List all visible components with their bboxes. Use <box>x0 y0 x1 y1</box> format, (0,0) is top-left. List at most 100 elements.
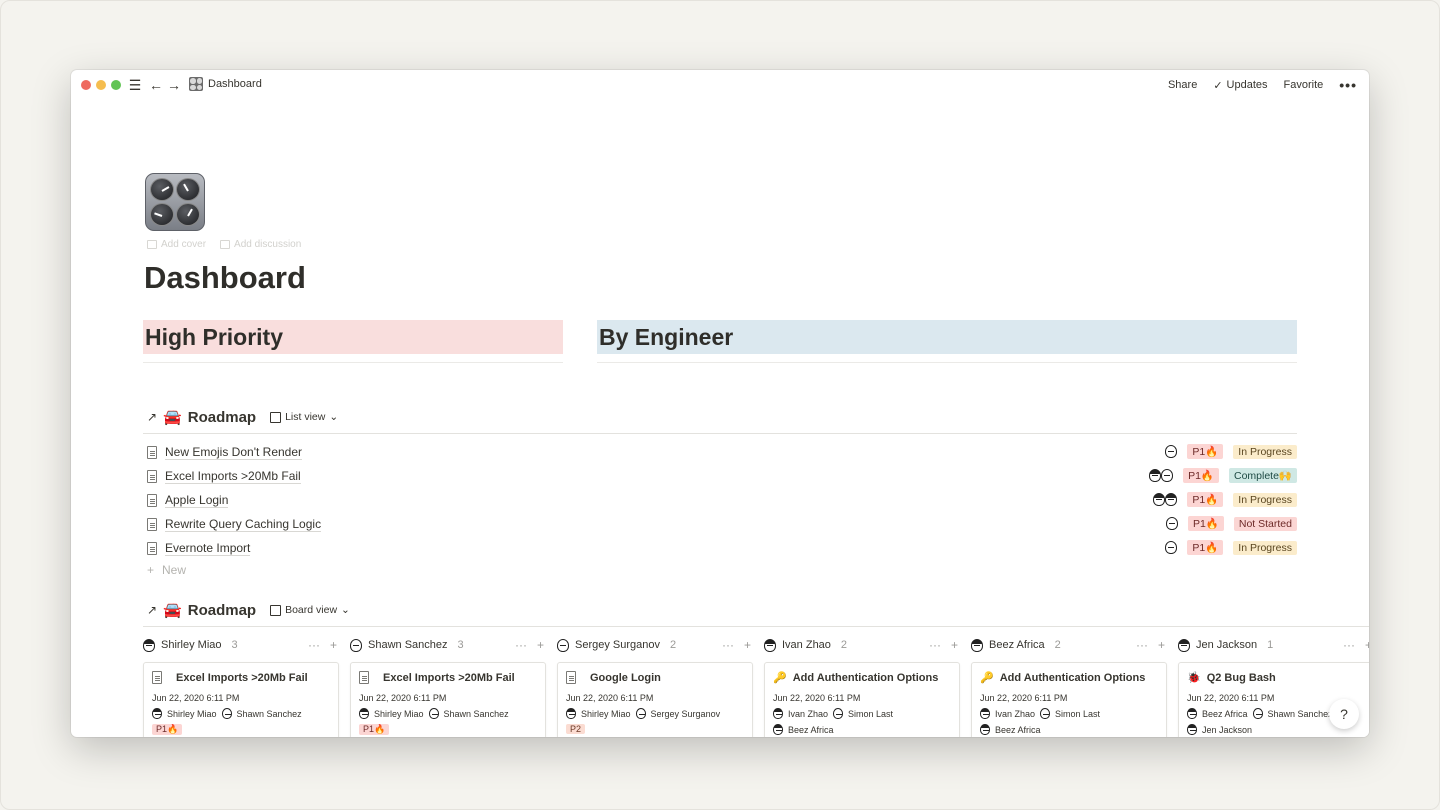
card-title-row: 🐞 Q2 Bug Bash <box>1187 671 1365 685</box>
avatar <box>1187 708 1197 719</box>
forward-arrow-icon[interactable]: → <box>167 76 181 94</box>
board-column-header[interactable]: Beez Africa 2 ··· + <box>971 630 1167 660</box>
more-options-button[interactable]: ••• <box>1339 77 1357 93</box>
card-people: Shirley Miao Shawn Sanchez <box>359 708 537 719</box>
person-name: Shawn Sanchez <box>1267 708 1333 719</box>
page-document-icon <box>147 517 157 531</box>
board-column-header[interactable]: Sergey Surganov 2 ··· + <box>557 630 753 660</box>
list-item[interactable]: Evernote Import P1🔥 In Progress <box>147 538 1297 558</box>
avatar <box>143 638 155 652</box>
board-column: Beez Africa 2 ··· + 🔑 Add Authentication O… <box>971 630 1167 737</box>
card-date: Jun 22, 2020 6:11 PM <box>566 693 654 703</box>
avatar <box>557 638 569 652</box>
person-name: Shirley Miao <box>374 708 424 719</box>
minimize-window-button[interactable] <box>96 80 106 90</box>
view-label: Board view <box>285 604 338 616</box>
column-name: Shirley Miao <box>161 639 222 651</box>
list-item-properties: P1🔥 In Progress <box>1153 492 1297 507</box>
avatar <box>428 708 439 719</box>
column-name: Shawn Sanchez <box>368 639 448 651</box>
knob-icon <box>150 203 174 226</box>
ellipsis-icon[interactable]: ··· <box>722 638 734 652</box>
page-document-icon <box>147 541 157 555</box>
help-button[interactable]: ? <box>1329 699 1359 729</box>
ellipsis-icon[interactable]: ··· <box>929 638 941 652</box>
favorite-button[interactable]: Favorite <box>1284 79 1324 91</box>
new-item-button[interactable]: + New <box>147 563 186 577</box>
board-card[interactable]: Excel Imports >20Mb Fail Jun 22, 2020 6:… <box>350 662 546 737</box>
add-discussion-button[interactable]: Add discussion <box>220 239 301 250</box>
status-tag: In Progress <box>1233 540 1297 555</box>
view-switcher[interactable]: Board view ⌄ <box>270 604 350 616</box>
person-name: Shirley Miao <box>581 708 631 719</box>
person-name: Beez Africa <box>1202 708 1248 719</box>
plus-icon[interactable]: + <box>1158 638 1165 652</box>
board-column-header[interactable]: Jen Jackson 1 ··· + <box>1178 630 1369 660</box>
ellipsis-icon[interactable]: ··· <box>1343 638 1355 652</box>
close-window-button[interactable] <box>81 80 91 90</box>
column-actions: ··· + <box>1136 638 1165 652</box>
board-card[interactable]: 🔑 Add Authentication Options Jun 22, 2020… <box>971 662 1167 737</box>
high-priority-heading[interactable]: High Priority <box>143 320 563 354</box>
plus-icon[interactable]: + <box>1365 638 1369 652</box>
avatar <box>980 708 990 719</box>
page-document-icon <box>359 671 369 684</box>
avatar <box>1149 469 1162 482</box>
list-item[interactable]: Rewrite Query Caching Logic P1🔥 Not Star… <box>147 514 1297 534</box>
card-people: Shirley Miao Sergey Surganov <box>566 708 744 719</box>
avatar <box>1161 469 1174 482</box>
divider <box>143 362 563 363</box>
page-icon-control-knobs[interactable] <box>145 173 205 231</box>
board-card[interactable]: Google Login Jun 22, 2020 6:11 PM Shirle… <box>557 662 753 737</box>
column-count: 2 <box>840 639 848 651</box>
card-date: Jun 22, 2020 6:11 PM <box>152 693 240 703</box>
assignee-avatars <box>1165 445 1178 458</box>
plus-icon[interactable]: + <box>330 638 337 652</box>
card-title: Excel Imports >20Mb Fail <box>383 671 515 684</box>
plus-icon[interactable]: + <box>951 638 958 652</box>
linked-database-arrow-icon[interactable]: ↗ <box>147 410 157 424</box>
zoom-window-button[interactable] <box>111 80 121 90</box>
ellipsis-icon[interactable]: ··· <box>515 638 527 652</box>
person-name: Simon Last <box>848 708 894 719</box>
board-column-header[interactable]: Shirley Miao 3 ··· + <box>143 630 339 660</box>
list-item[interactable]: New Emojis Don't Render P1🔥 In Progress <box>147 442 1297 462</box>
card-people: Ivan Zhao Simon Last <box>980 708 1158 719</box>
avatar <box>1178 638 1190 652</box>
person-name: Shawn Sanchez <box>236 708 302 719</box>
person-name: Ivan Zhao <box>788 708 829 719</box>
database-title[interactable]: Roadmap <box>188 602 256 619</box>
add-discussion-label: Add discussion <box>234 239 302 250</box>
plus-icon[interactable]: + <box>744 638 751 652</box>
column-actions: ··· + <box>1343 638 1369 652</box>
by-engineer-heading[interactable]: By Engineer <box>597 320 1297 354</box>
breadcrumb[interactable]: Dashboard <box>189 77 262 91</box>
share-button[interactable]: Share <box>1168 79 1197 91</box>
card-title-row: Excel Imports >20Mb Fail <box>152 671 330 684</box>
plus-icon[interactable]: + <box>537 638 544 652</box>
card-title-row: 🔑 Add Authentication Options <box>773 671 951 685</box>
list-item-title: Rewrite Query Caching Logic <box>165 516 322 532</box>
add-cover-button[interactable]: Add cover <box>147 239 206 250</box>
board-card[interactable]: 🔑 Add Authentication Options Jun 22, 2020… <box>764 662 960 737</box>
person-name: Ivan Zhao <box>995 708 1036 719</box>
board-card[interactable]: Excel Imports >20Mb Fail Jun 22, 2020 6:… <box>143 662 339 737</box>
list-item[interactable]: Excel Imports >20Mb Fail P1🔥 Complete🙌 <box>147 466 1297 486</box>
view-switcher[interactable]: List view ⌄ <box>270 411 338 423</box>
priority-tag: P1🔥 <box>1187 516 1224 531</box>
avatar <box>566 708 576 719</box>
board-column-header[interactable]: Shawn Sanchez 3 ··· + <box>350 630 546 660</box>
ellipsis-icon[interactable]: ··· <box>1136 638 1148 652</box>
ellipsis-icon[interactable]: ··· <box>308 638 320 652</box>
database-title[interactable]: Roadmap <box>188 409 256 426</box>
list-item[interactable]: Apple Login P1🔥 In Progress <box>147 490 1297 510</box>
avatar <box>635 708 646 719</box>
updates-button[interactable]: ✓ Updates <box>1213 79 1267 92</box>
page-title[interactable]: Dashboard <box>144 260 306 296</box>
linked-database-arrow-icon[interactable]: ↗ <box>147 603 157 617</box>
board-column-header[interactable]: Ivan Zhao 2 ··· + <box>764 630 960 660</box>
hamburger-menu-icon[interactable]: ☰ <box>127 76 143 94</box>
card-people: Shirley Miao Shawn Sanchez <box>152 708 330 719</box>
key-icon: 🔑 <box>980 672 994 684</box>
back-arrow-icon[interactable]: ← <box>149 76 163 94</box>
